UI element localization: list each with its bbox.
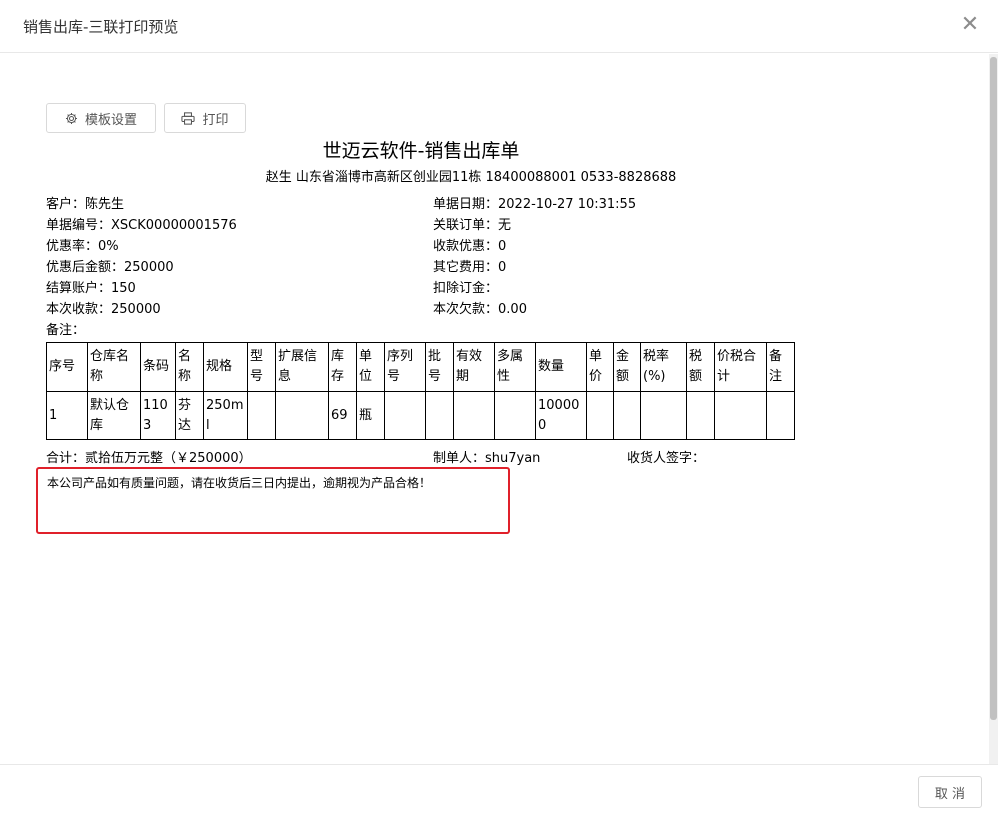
table-header-cell: 规格 — [203, 342, 248, 392]
table-header-cell: 价税合计 — [714, 342, 767, 392]
field-customer: 客户：陈先生 — [46, 197, 125, 212]
gear-icon — [65, 112, 78, 124]
table-cell — [453, 391, 495, 440]
table-cell: 瓶 — [356, 391, 385, 440]
summary-receiver-signature: 收货人签字： — [627, 451, 706, 466]
printer-icon — [181, 111, 196, 125]
summary-total: 合计：贰拾伍万元整（￥250000） — [46, 451, 252, 466]
template-settings-button[interactable]: 模板设置 — [46, 103, 156, 133]
items-table: 序号 仓库名称 条码 名称 规格 型号 扩展信息 库存 单位 序列号 批号 有效… — [46, 342, 795, 440]
field-receipt-discount: 收款优惠：0 — [433, 239, 507, 254]
summary-maker: 制单人：shu7yan — [433, 451, 541, 466]
table-header-cell: 条码 — [140, 342, 176, 392]
print-label: 打印 — [202, 112, 229, 128]
field-settlement-account: 结算账户：150 — [46, 281, 136, 296]
table-cell — [766, 391, 795, 440]
table-header-cell: 扩展信息 — [275, 342, 329, 392]
field-discount-rate: 优惠率：0% — [46, 239, 119, 254]
table-header-cell: 序号 — [46, 342, 88, 392]
scrollbar-thumb[interactable] — [990, 57, 997, 720]
close-icon[interactable]: ✕ — [960, 13, 980, 37]
table-header-cell: 单价 — [586, 342, 614, 392]
table-header-cell: 型号 — [247, 342, 276, 392]
table-header-cell: 数量 — [535, 342, 587, 392]
table-cell: 1 — [46, 391, 88, 440]
table-cell — [686, 391, 715, 440]
field-current-receipt: 本次收款：250000 — [46, 302, 161, 317]
highlight-box — [36, 467, 510, 534]
field-deposit-deduction: 扣除订金： — [433, 281, 499, 296]
table-header-cell: 序列号 — [384, 342, 426, 392]
table-header-cell: 备注 — [766, 342, 795, 392]
table-header-cell: 仓库名称 — [87, 342, 141, 392]
table-header-cell: 库存 — [328, 342, 357, 392]
field-linked-order: 关联订单：无 — [433, 218, 512, 233]
table-header-row: 序号 仓库名称 条码 名称 规格 型号 扩展信息 库存 单位 序列号 批号 有效… — [46, 342, 795, 392]
document-subtitle: 赵生 山东省淄博市高新区创业园11栋 18400088001 0533-8828… — [265, 170, 677, 185]
table-cell — [586, 391, 614, 440]
table-header-cell: 税额 — [686, 342, 715, 392]
table-header-cell: 批号 — [425, 342, 454, 392]
document-title: 世迈云软件-销售出库单 — [322, 140, 520, 162]
table-header-cell: 税率(%) — [640, 342, 687, 392]
cancel-button[interactable]: 取 消 — [918, 776, 982, 808]
field-discounted-amount: 优惠后金额：250000 — [46, 260, 174, 275]
field-remark: 备注： — [46, 323, 86, 338]
table-cell — [640, 391, 687, 440]
table-cell — [384, 391, 426, 440]
table-cell: 芬达 — [175, 391, 204, 440]
field-current-debt: 本次欠款：0.00 — [433, 302, 527, 317]
table-row: 1 默认仓库 1103 芬达 250ml 69 瓶 100000 — [46, 391, 795, 440]
template-settings-label: 模板设置 — [84, 112, 137, 128]
table-cell — [494, 391, 536, 440]
table-cell: 250ml — [203, 391, 248, 440]
table-cell — [613, 391, 641, 440]
table-cell: 100000 — [535, 391, 587, 440]
field-bill-date: 单据日期：2022-10-27 10:31:55 — [433, 197, 637, 212]
dialog-header: 销售出库-三联打印预览 ✕ — [0, 0, 998, 53]
field-bill-number: 单据编号：XSCK00000001576 — [46, 218, 237, 233]
table-header-cell: 单位 — [356, 342, 385, 392]
table-cell — [714, 391, 767, 440]
table-cell — [275, 391, 329, 440]
table-header-cell: 有效期 — [453, 342, 495, 392]
table-header-cell: 多属性 — [494, 342, 536, 392]
print-button[interactable]: 打印 — [164, 103, 246, 133]
dialog-title: 销售出库-三联打印预览 — [23, 18, 179, 36]
table-header-cell: 金额 — [613, 342, 641, 392]
dialog-footer — [0, 764, 998, 822]
table-cell — [425, 391, 454, 440]
table-cell — [247, 391, 276, 440]
table-cell: 1103 — [140, 391, 176, 440]
table-header-cell: 名称 — [175, 342, 204, 392]
table-cell: 默认仓库 — [87, 391, 141, 440]
field-other-fees: 其它费用：0 — [433, 260, 507, 275]
table-cell: 69 — [328, 391, 357, 440]
